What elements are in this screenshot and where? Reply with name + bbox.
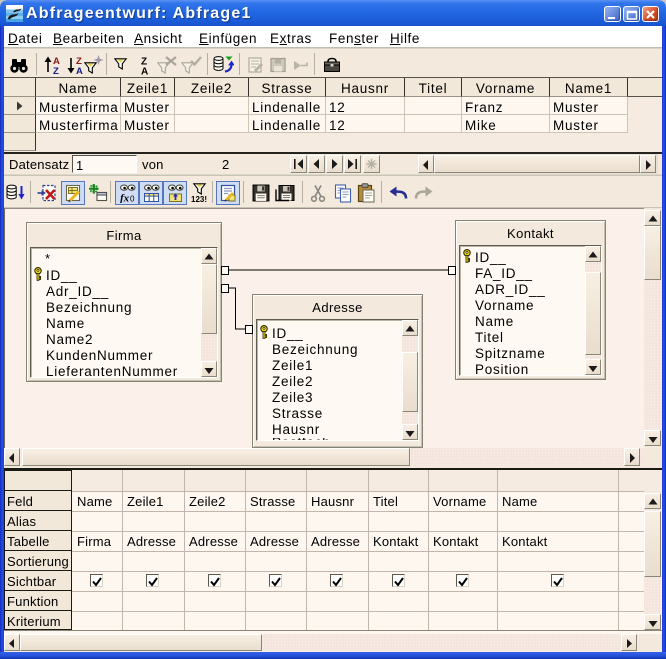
svg-text:A: A — [141, 67, 148, 76]
svg-text:fx: fx — [120, 193, 130, 204]
svg-text:A: A — [76, 66, 83, 75]
svg-text:123!: 123! — [191, 195, 207, 203]
svg-text:Z: Z — [53, 66, 59, 75]
svg-text:0: 0 — [130, 195, 135, 204]
